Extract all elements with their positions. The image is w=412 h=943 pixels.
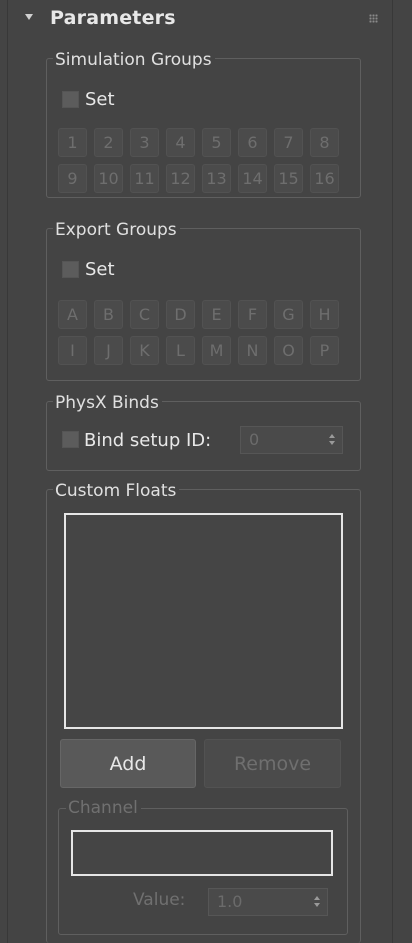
custom-floats-label: Custom Floats [53,481,180,501]
simulation-group-button[interactable]: 7 [274,128,303,157]
rollout-left-border [7,0,8,943]
channel-label: Channel [66,798,141,818]
export-set-checkbox[interactable] [62,261,79,278]
parameters-rollout: Parameters Simulation Groups Set 1234567… [0,0,393,943]
simulation-group-button[interactable]: 4 [166,128,195,157]
channel-name-input[interactable] [71,830,333,876]
simulation-set-label: Set [85,89,115,110]
rollout-right-border [392,0,393,943]
simulation-group-button[interactable]: 12 [166,164,195,193]
simulation-group-button[interactable]: 5 [202,128,231,157]
bind-setup-value: 0 [249,430,260,449]
export-group-button[interactable]: F [238,300,267,329]
export-set-label: Set [85,259,115,280]
simulation-groups-label: Simulation Groups [53,50,215,70]
rollout-title: Parameters [50,7,176,29]
simulation-group-button[interactable]: 8 [310,128,339,157]
custom-floats-list[interactable] [64,513,343,729]
export-group-button[interactable]: L [166,336,195,365]
simulation-group-button[interactable]: 3 [130,128,159,157]
simulation-group-button[interactable]: 15 [274,164,303,193]
export-group-button[interactable]: P [310,336,339,365]
collapse-arrow-icon[interactable] [25,14,33,20]
export-group-button[interactable]: G [274,300,303,329]
bind-setup-label: Bind setup ID: [84,430,212,451]
channel-value-spinner[interactable]: 1.0 [208,888,328,916]
export-group-button[interactable]: I [58,336,87,365]
simulation-group-button[interactable]: 10 [94,164,123,193]
remove-button[interactable]: Remove [204,739,341,788]
export-groups-label: Export Groups [53,220,180,240]
add-button[interactable]: Add [60,739,196,788]
simulation-set-checkbox[interactable] [62,91,79,108]
export-group-button[interactable]: O [274,336,303,365]
bind-setup-checkbox[interactable] [62,431,79,448]
export-group-button[interactable]: J [94,336,123,365]
export-group-button[interactable]: C [130,300,159,329]
bind-setup-spinner[interactable]: 0 [240,426,343,454]
drag-handle-icon[interactable] [369,14,378,23]
simulation-group-button[interactable]: 11 [130,164,159,193]
spinner-arrows-icon[interactable] [314,896,321,908]
export-group-button[interactable]: N [238,336,267,365]
export-group-button[interactable]: K [130,336,159,365]
simulation-group-button[interactable]: 13 [202,164,231,193]
spinner-arrows-icon[interactable] [329,434,336,446]
export-group-button[interactable]: H [310,300,339,329]
simulation-group-button[interactable]: 2 [94,128,123,157]
simulation-group-button[interactable]: 6 [238,128,267,157]
export-group-button[interactable]: B [94,300,123,329]
rollout-header[interactable]: Parameters [8,0,392,40]
export-group-button[interactable]: M [202,336,231,365]
physx-binds-label: PhysX Binds [53,393,162,413]
simulation-group-button[interactable]: 14 [238,164,267,193]
export-group-button[interactable]: A [58,300,87,329]
export-group-button[interactable]: D [166,300,195,329]
export-group-button[interactable]: E [202,300,231,329]
simulation-group-button[interactable]: 1 [58,128,87,157]
channel-value: 1.0 [217,892,243,911]
simulation-group-button[interactable]: 9 [58,164,87,193]
simulation-group-button[interactable]: 16 [310,164,339,193]
channel-value-label: Value: [133,890,186,910]
